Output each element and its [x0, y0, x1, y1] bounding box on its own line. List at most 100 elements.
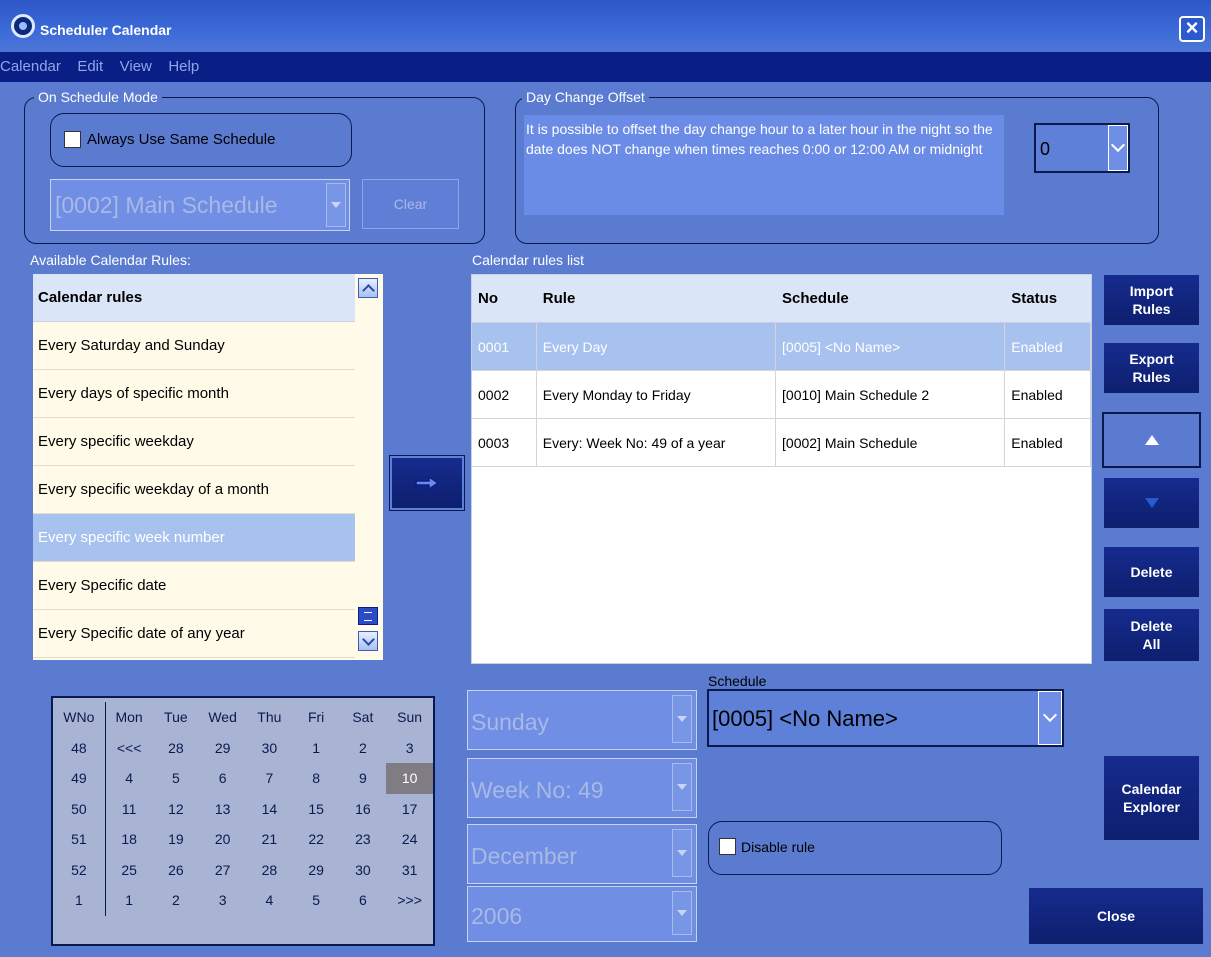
rule-no: 0001 — [472, 323, 537, 370]
list-item[interactable]: Every specific weekday of a month — [33, 466, 355, 514]
calendar-prev-month[interactable]: <<< — [106, 733, 153, 764]
always-same-schedule-checkbox[interactable] — [64, 131, 81, 148]
move-up-button[interactable] — [1102, 412, 1201, 468]
list-item[interactable]: Every days of specific month — [33, 370, 355, 418]
calendar-day[interactable]: 29 — [293, 855, 340, 886]
month-value: December — [471, 843, 578, 869]
table-row[interactable]: 0003 Every: Week No: 49 of a year [0002]… — [472, 419, 1091, 467]
calendar-day[interactable]: 3 — [386, 733, 433, 764]
close-button[interactable]: Close — [1029, 888, 1203, 944]
scroll-down-icon[interactable] — [358, 631, 378, 651]
column-header: Schedule — [782, 290, 849, 307]
calendar-explorer-button[interactable]: Calendar Explorer — [1104, 756, 1199, 840]
calendar-day-header: Mon — [115, 709, 143, 726]
calendar-day[interactable]: 14 — [246, 794, 293, 825]
arrow-right-icon — [415, 476, 440, 490]
calendar-day[interactable]: 1 — [293, 733, 340, 764]
calendar-day[interactable]: 25 — [106, 855, 153, 886]
calendar-day[interactable]: 13 — [199, 794, 246, 825]
rule-schedule: [0005] <No Name> — [776, 323, 1006, 370]
import-rules-button[interactable]: Import Rules — [1104, 275, 1199, 325]
calendar-day[interactable]: 19 — [152, 824, 199, 855]
calendar-day[interactable]: 28 — [246, 855, 293, 886]
calendar-day[interactable]: 5 — [152, 763, 199, 794]
calendar-next-month[interactable]: >>> — [386, 885, 433, 916]
calendar-day[interactable]: 22 — [293, 824, 340, 855]
available-rules-label: Available Calendar Rules: — [30, 252, 191, 268]
export-rules-button[interactable]: Export Rules — [1104, 343, 1199, 393]
calendar-day[interactable]: 4 — [246, 885, 293, 916]
arrow-down-icon — [1144, 498, 1159, 508]
calendar-day[interactable]: 7 — [246, 763, 293, 794]
calendar-day[interactable]: 6 — [339, 885, 386, 916]
calendar-day[interactable]: 4 — [106, 763, 153, 794]
rules-table[interactable]: No Rule Schedule Status 0001 Every Day [… — [471, 274, 1092, 664]
calendar-day[interactable]: 30 — [246, 733, 293, 764]
calendar-day[interactable]: 6 — [199, 763, 246, 794]
calendar-day[interactable]: 1 — [106, 885, 153, 916]
menu-edit[interactable]: Edit — [71, 52, 109, 75]
calendar-day[interactable]: 2 — [339, 733, 386, 764]
year-value: 2006 — [471, 903, 523, 929]
schedule-mode-combo: [0002] Main Schedule — [50, 179, 350, 231]
day-offset-dropdown-icon[interactable] — [1108, 125, 1128, 171]
calendar-day[interactable]: 31 — [386, 855, 433, 886]
calendar-day[interactable]: 10 — [386, 763, 433, 794]
calendar-day[interactable]: 8 — [293, 763, 340, 794]
move-down-button[interactable] — [1104, 478, 1199, 528]
calendar-day[interactable]: 27 — [199, 855, 246, 886]
calendar-day[interactable]: 21 — [246, 824, 293, 855]
column-header: No — [478, 290, 498, 307]
list-item[interactable]: Every specific weekday — [33, 418, 355, 466]
table-row-selected[interactable]: 0001 Every Day [0005] <No Name> Enabled — [472, 323, 1091, 371]
calendar-day-header: Thu — [257, 709, 282, 726]
menu-calendar[interactable]: Calendar — [0, 52, 67, 75]
calendar-day-header: WNo — [53, 702, 106, 733]
calendar-day[interactable]: 12 — [152, 794, 199, 825]
rules-scrollbar[interactable] — [355, 274, 383, 660]
calendar-day[interactable]: 20 — [199, 824, 246, 855]
calendar-day-header: Fri — [307, 709, 325, 726]
calendar-day[interactable]: 3 — [199, 885, 246, 916]
close-window-icon[interactable]: × — [1179, 16, 1205, 42]
rule-schedule: [0002] Main Schedule — [776, 419, 1006, 466]
calendar-day[interactable]: 15 — [293, 794, 340, 825]
calendar-day[interactable]: 2 — [152, 885, 199, 916]
year-dropdown-icon — [672, 891, 692, 935]
calendar-day[interactable]: 24 — [386, 824, 433, 855]
calendar-day[interactable]: 23 — [339, 824, 386, 855]
available-rules-list[interactable]: Calendar rules Every Saturday and Sunday… — [33, 274, 355, 660]
list-item-selected[interactable]: Every specific week number — [33, 514, 355, 562]
add-rule-button[interactable] — [389, 455, 465, 511]
schedule-mode-title: On Schedule Mode — [34, 89, 162, 105]
rule-name: Every: Week No: 49 of a year — [537, 419, 777, 466]
list-item[interactable]: Every Specific date of any year — [33, 610, 355, 658]
menu-view[interactable]: View — [114, 52, 158, 75]
delete-button[interactable]: Delete — [1104, 547, 1199, 597]
calendar-day[interactable]: 26 — [152, 855, 199, 886]
week-value: Week No: 49 — [471, 777, 604, 803]
calendar-day[interactable]: 30 — [339, 855, 386, 886]
calendar-day[interactable]: 17 — [386, 794, 433, 825]
calendar-day[interactable]: 5 — [293, 885, 340, 916]
calendar-day[interactable]: 28 — [152, 733, 199, 764]
calendar-day[interactable]: 18 — [106, 824, 153, 855]
table-row[interactable]: 0002 Every Monday to Friday [0010] Main … — [472, 371, 1091, 419]
mini-calendar[interactable]: WNo Mon Tue Wed Thu Fri Sat Sun 48 <<< 28 29 30 1 2 3 49… — [51, 696, 435, 946]
day-offset-combo[interactable]: 0 — [1034, 123, 1130, 173]
schedule-dropdown-icon[interactable] — [1038, 691, 1062, 745]
disable-rule-checkbox[interactable] — [719, 838, 736, 855]
menu-help[interactable]: Help — [162, 52, 205, 75]
always-same-schedule-label: Always Use Same Schedule — [87, 131, 276, 148]
scroll-up-icon[interactable] — [358, 278, 378, 298]
calendar-day[interactable]: 29 — [199, 733, 246, 764]
calendar-week-row: 1 1 2 3 4 5 6 >>> — [53, 885, 433, 916]
list-item[interactable]: Every Saturday and Sunday — [33, 322, 355, 370]
scroll-thumb[interactable] — [358, 607, 378, 625]
delete-all-button[interactable]: Delete All — [1104, 609, 1199, 661]
calendar-day[interactable]: 11 — [106, 794, 153, 825]
list-item[interactable]: Every Specific date — [33, 562, 355, 610]
schedule-combo[interactable]: [0005] <No Name> — [707, 689, 1064, 747]
calendar-day[interactable]: 9 — [339, 763, 386, 794]
calendar-day[interactable]: 16 — [339, 794, 386, 825]
